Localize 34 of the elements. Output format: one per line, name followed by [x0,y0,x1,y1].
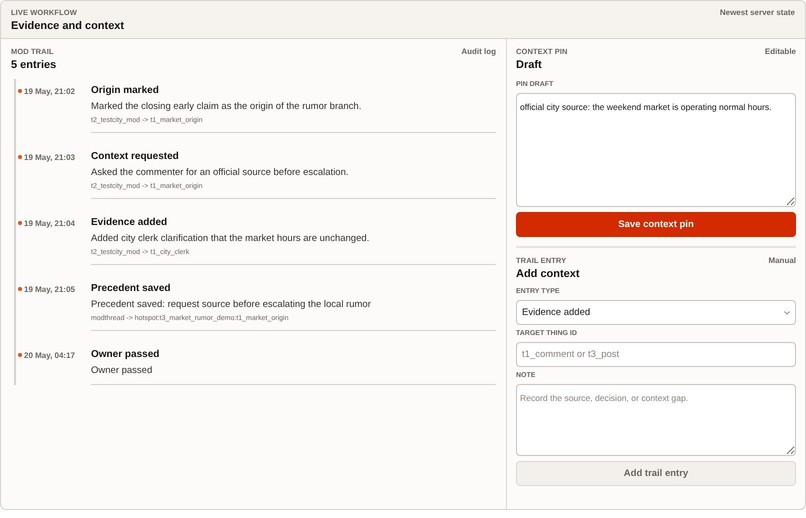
entry-text: Owner passed [91,365,154,376]
entry-time: 19 May, 21:05 [24,284,75,294]
section-tag: Manual [768,256,796,265]
entry-title: Owner passed [91,349,160,360]
section-tag: Audit log [461,47,496,56]
status-label: Newest server state [720,8,795,19]
entry-text: Marked the closing early claim as the origin of the rumor branch. [91,101,362,112]
entry-text: Added city clerk clarification that the market hours are unchanged. [91,233,370,244]
timeline-dot [18,221,22,225]
pin-draft-field[interactable]: official city source: the weekend market is operating normal hours. [516,93,796,207]
timeline-dot [18,353,22,357]
entry-time: 19 May, 21:03 [24,152,75,162]
entry-title: Precedent saved [91,283,172,294]
entry-title: Context requested [91,151,180,162]
entry-time: 19 May, 21:02 [24,86,75,96]
entry-text: Precedent saved: request source before escalating the local rumor [91,299,372,310]
entry-text: Asked the commenter for an official source before escalation. [91,167,350,178]
section-tag: Editable [764,47,796,56]
timeline-dot [18,155,22,159]
timeline-dot [18,287,22,291]
entry-title: Evidence added [91,217,168,228]
section-title: Add context [516,268,580,280]
entry-time: 19 May, 21:04 [24,218,75,228]
timeline-dot [18,89,22,93]
section-title: Draft [516,59,543,71]
entry-time: 20 May, 04:17 [24,350,75,360]
entry-title: Origin marked [91,85,160,96]
section-title: 5 entries [11,59,56,71]
page-title: Evidence and context [11,20,124,32]
entry-type-dropdown[interactable]: Evidence added [516,300,796,325]
save-button[interactable]: Save context pin [516,212,796,237]
note-field[interactable]: Record the source, decision, or context gap. [516,384,796,456]
target-id-field[interactable]: t1_comment or t3_post [516,342,796,367]
chevron-down-icon [784,310,790,314]
